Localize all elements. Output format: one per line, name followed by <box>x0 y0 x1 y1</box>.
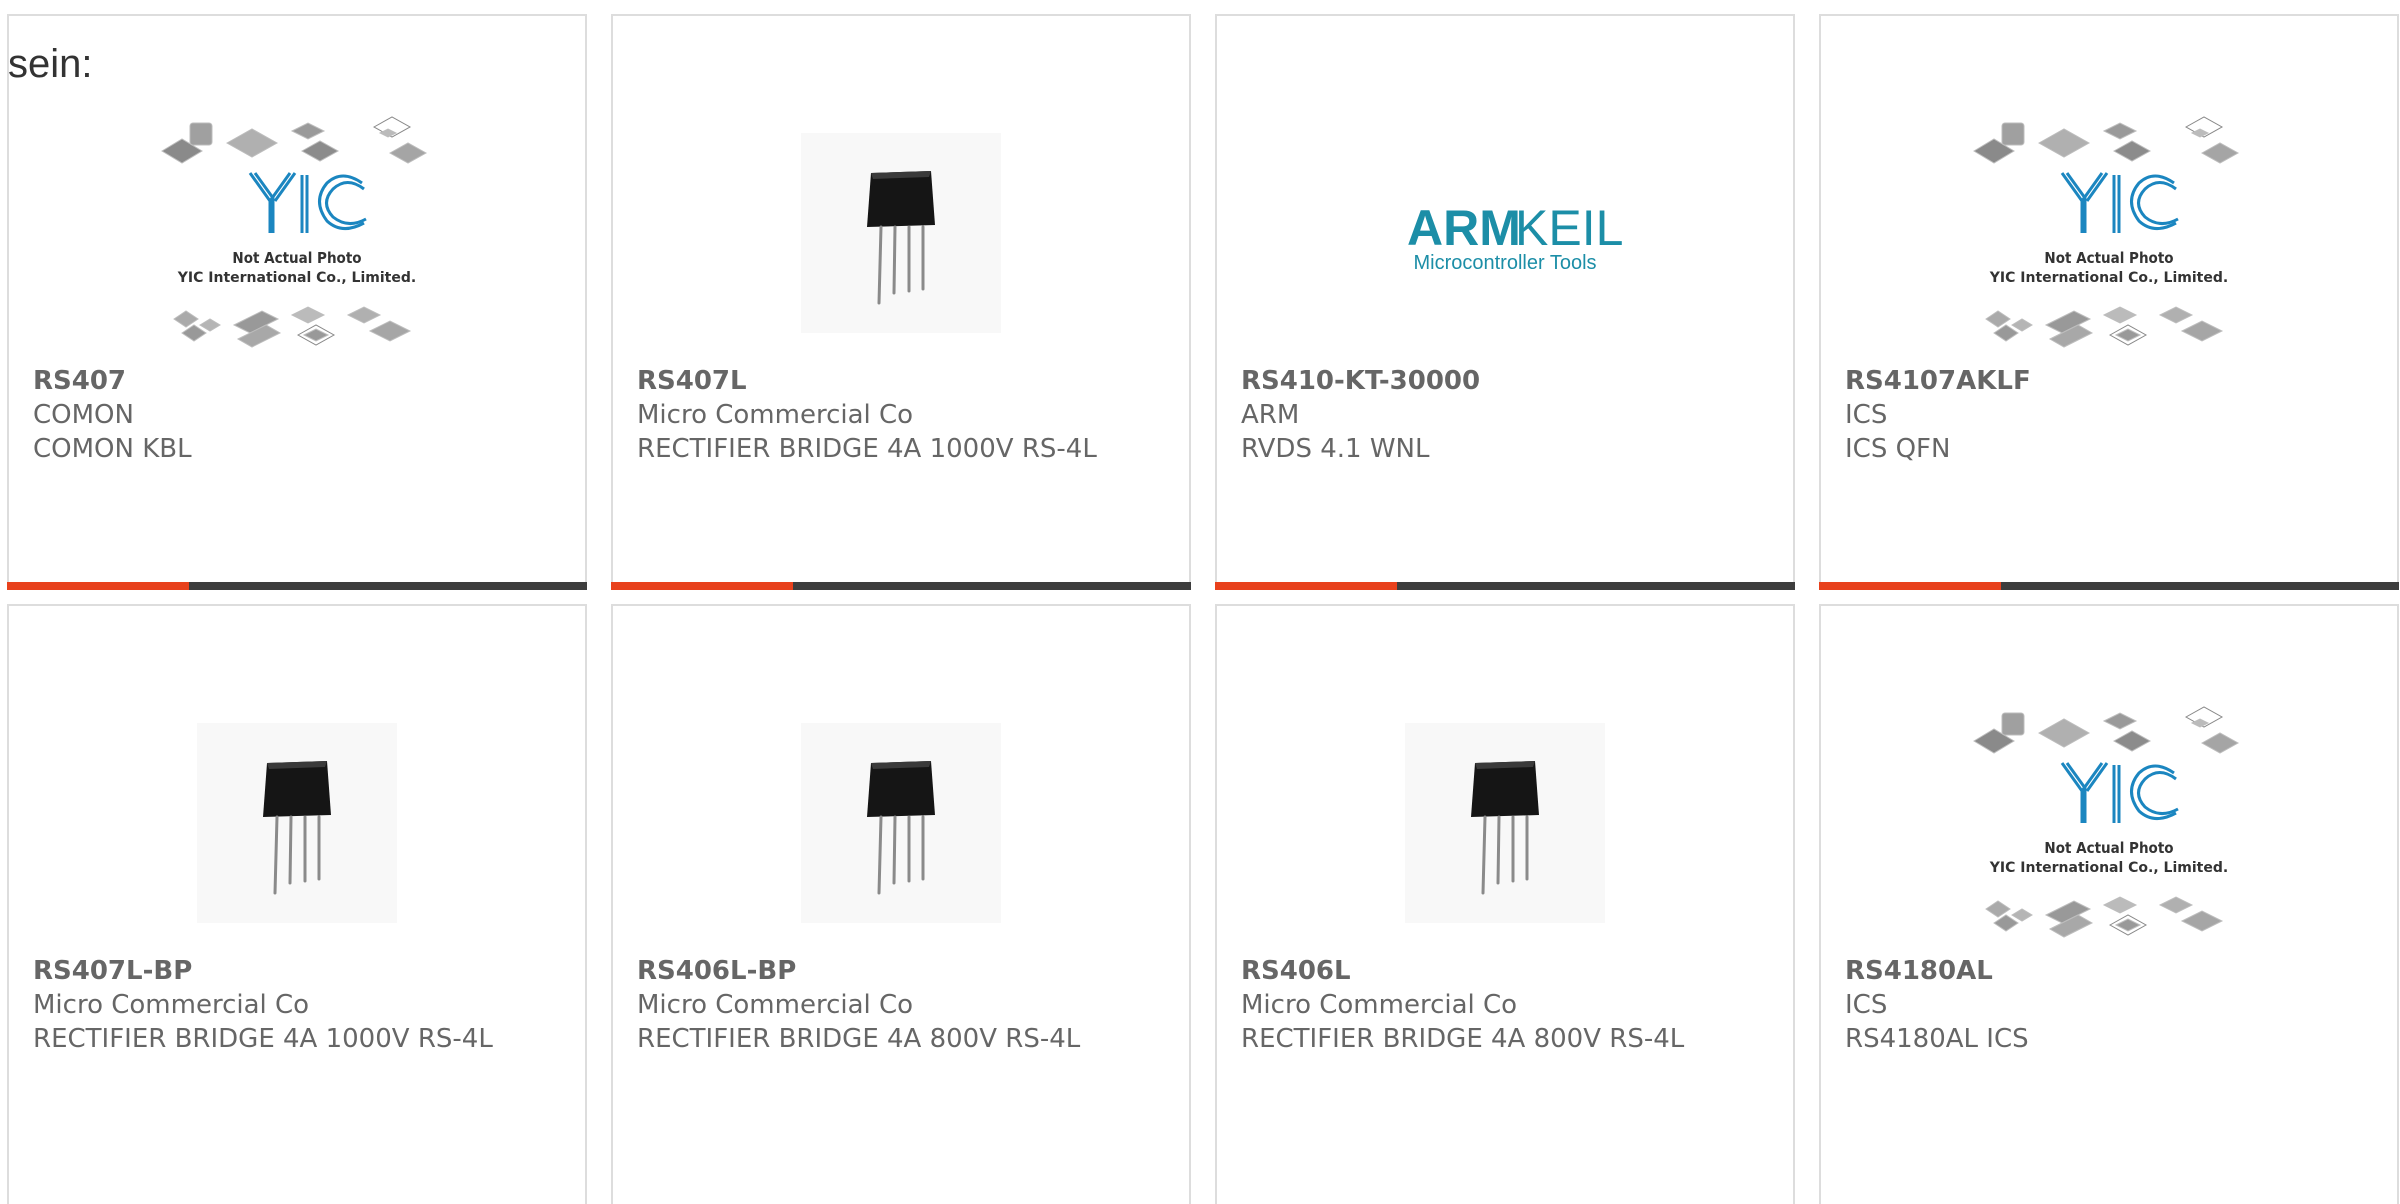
card-bottom-bar <box>7 582 587 590</box>
placeholder-line1: Not Actual Photo <box>2044 249 2173 267</box>
product-image[interactable] <box>1217 688 1793 958</box>
product-image[interactable] <box>613 98 1189 368</box>
product-info: RS4107AKLF ICS ICS QFN <box>1845 364 2305 466</box>
product-card[interactable]: RS406L Micro Commercial Co RECTIFIER BRIDG… <box>1215 604 1795 1204</box>
product-description: RECTIFIER BRIDGE 4A 1000V RS-4L <box>33 1024 493 1054</box>
product-part-number[interactable]: RS4180AL <box>1845 954 2305 988</box>
product-image[interactable]: Not Actual Photo YIC International Co., … <box>1821 688 2397 958</box>
product-card[interactable]: RS407L-BP Micro Commercial Co RECTIFIER BR… <box>7 604 587 1204</box>
product-image[interactable] <box>9 688 585 958</box>
product-part-number[interactable]: RS406L <box>1241 954 1701 988</box>
product-image[interactable]: Not Actual Photo YIC International Co., … <box>1821 98 2397 368</box>
product-info: RS407 COMON COMON KBL <box>33 364 493 466</box>
svg-text:Microcontroller Tools: Microcontroller Tools <box>1413 252 1596 274</box>
product-image[interactable]: ARM KEIL Microcontroller Tools <box>1217 98 1793 368</box>
product-info: RS406L Micro Commercial Co RECTIFIER BRIDG… <box>1241 954 1701 1056</box>
product-manufacturer: Micro Commercial Co <box>33 990 310 1020</box>
product-description: RECTIFIER BRIDGE 4A 800V RS-4L <box>1241 1024 1685 1054</box>
placeholder-line2: YIC International Co., Limited. <box>177 270 416 286</box>
product-part-number[interactable]: RS410-KT-30000 <box>1241 364 1701 398</box>
product-description: ICS QFN <box>1845 434 1951 464</box>
product-card[interactable]: Not Actual Photo YIC International Co., … <box>1819 14 2399 590</box>
product-card[interactable]: ARM KEIL Microcontroller Tools RS410-KT-… <box>1215 14 1795 590</box>
product-manufacturer: Micro Commercial Co <box>637 990 914 1020</box>
placeholder-line1: Not Actual Photo <box>232 249 361 267</box>
product-description: COMON KBL <box>33 434 192 464</box>
product-description: RECTIFIER BRIDGE 4A 1000V RS-4L <box>637 434 1097 464</box>
product-image[interactable]: Not Actual Photo YIC International Co., … <box>9 98 585 368</box>
card-bottom-bar <box>1819 582 2399 590</box>
product-part-number[interactable]: RS407L <box>637 364 1097 398</box>
product-part-number[interactable]: RS407L-BP <box>33 954 493 988</box>
card-bottom-bar <box>1215 582 1795 590</box>
product-manufacturer: ICS <box>1845 400 1888 430</box>
product-card[interactable]: Not Actual Photo YIC International Co., … <box>1819 604 2399 1204</box>
svg-text:ARM: ARM <box>1407 200 1521 256</box>
product-info: RS4180AL ICS RS4180AL ICS <box>1845 954 2305 1056</box>
product-part-number[interactable]: RS407 <box>33 364 493 398</box>
product-image[interactable] <box>613 688 1189 958</box>
product-manufacturer: COMON <box>33 400 134 430</box>
product-info: RS410-KT-30000 ARM RVDS 4.1 WNL <box>1241 364 1701 466</box>
placeholder-line2: YIC International Co., Limited. <box>1989 860 2228 876</box>
product-manufacturer: ICS <box>1845 990 1888 1020</box>
card-bottom-bar <box>611 582 1191 590</box>
card-accent-bar <box>611 582 793 590</box>
svg-text:KEIL: KEIL <box>1515 200 1623 256</box>
card-accent-bar <box>1819 582 2001 590</box>
section-heading: sein: <box>8 42 93 86</box>
product-part-number[interactable]: RS406L-BP <box>637 954 1097 988</box>
product-info: RS407L-BP Micro Commercial Co RECTIFIER BR… <box>33 954 493 1056</box>
product-description: RECTIFIER BRIDGE 4A 800V RS-4L <box>637 1024 1081 1054</box>
product-info: RS406L-BP Micro Commercial Co RECTIFIER BR… <box>637 954 1097 1056</box>
product-card[interactable]: RS406L-BP Micro Commercial Co RECTIFIER BR… <box>611 604 1191 1204</box>
placeholder-line1: Not Actual Photo <box>2044 839 2173 857</box>
product-manufacturer: Micro Commercial Co <box>1241 990 1518 1020</box>
product-manufacturer: ARM <box>1241 400 1300 430</box>
product-info: RS407L Micro Commercial Co RECTIFIER BRIDG… <box>637 364 1097 466</box>
product-part-number[interactable]: RS4107AKLF <box>1845 364 2305 398</box>
product-card[interactable]: Not Actual Photo YIC International Co., … <box>7 14 587 590</box>
card-accent-bar <box>1215 582 1397 590</box>
product-description: RVDS 4.1 WNL <box>1241 434 1430 464</box>
product-card[interactable]: RS407L Micro Commercial Co RECTIFIER BRIDG… <box>611 14 1191 590</box>
product-description: RS4180AL ICS <box>1845 1024 2029 1054</box>
placeholder-line2: YIC International Co., Limited. <box>1989 270 2228 286</box>
card-accent-bar <box>7 582 189 590</box>
product-manufacturer: Micro Commercial Co <box>637 400 914 430</box>
